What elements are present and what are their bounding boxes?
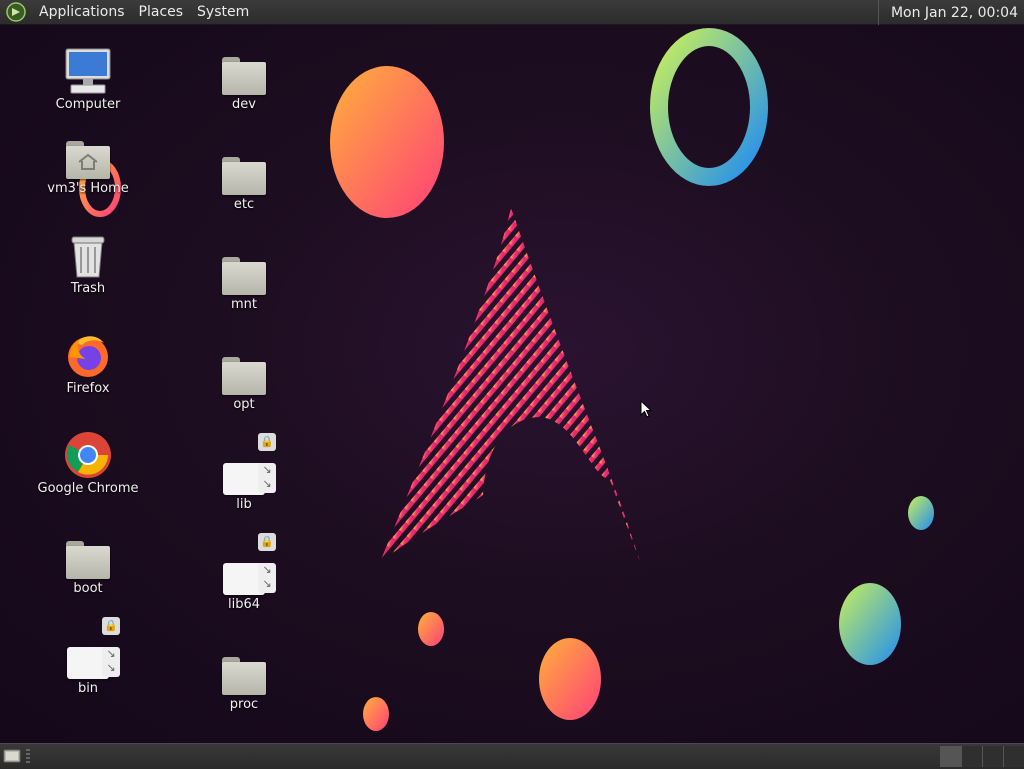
desktop-icon-proc[interactable]: proc	[189, 645, 299, 712]
link-arrow-icon: ↘ ↘	[258, 463, 276, 493]
folder-icon	[222, 357, 266, 395]
applications-menu[interactable]: Applications	[32, 4, 132, 20]
folder-icon	[222, 257, 266, 295]
desktop-icon-label: opt	[233, 397, 255, 412]
desktop-icon-label: Trash	[70, 281, 106, 296]
places-menu[interactable]: Places	[132, 4, 191, 20]
folder-icon	[66, 541, 110, 579]
workspace-2[interactable]	[961, 746, 982, 767]
clock-label: Mon Jan 22, 00:04	[890, 4, 1018, 21]
folder-icon	[222, 157, 266, 195]
desktop-icon-label: lib64	[227, 597, 261, 612]
chrome-icon	[65, 432, 111, 478]
bottom-panel	[0, 743, 1024, 769]
desktop-icon-lib64[interactable]: 🔒 ↘ ↘ lib64	[189, 533, 299, 612]
desktop-icon-mnt[interactable]: mnt	[189, 245, 299, 312]
trash-icon	[71, 236, 105, 278]
desktop-icon-label: etc	[233, 197, 255, 212]
desktop-icon-bin[interactable]: 🔒 ↘ ↘ bin	[33, 617, 143, 696]
lock-icon: 🔒	[102, 617, 120, 635]
mouse-pointer-icon	[640, 400, 652, 418]
desktop-icon-label: lib	[236, 497, 252, 512]
firefox-icon	[68, 336, 108, 377]
workspace-switcher	[940, 746, 1024, 767]
desktop-icon-dev[interactable]: dev	[189, 45, 299, 112]
link-arrow-icon: ↘ ↘	[258, 563, 276, 593]
workspace-3[interactable]	[982, 746, 1003, 767]
desktop-icon-firefox[interactable]: Firefox	[33, 329, 143, 396]
folder-icon	[222, 57, 266, 95]
workspace-1[interactable]	[940, 746, 961, 767]
desktop-icon-label: Firefox	[66, 381, 110, 396]
folder-icon	[222, 657, 266, 695]
desktop-icon-computer[interactable]: Computer	[33, 45, 143, 112]
desktop-icon-label: boot	[73, 581, 103, 596]
top-panel: Applications Places System Mon Jan 22, 0…	[0, 0, 1024, 25]
desktop-icon-label: dev	[232, 97, 256, 112]
system-menu[interactable]: System	[190, 4, 256, 20]
show-desktop-icon[interactable]	[3, 748, 21, 764]
workspace-4[interactable]	[1003, 746, 1024, 767]
desktop-icon-boot[interactable]: boot	[33, 529, 143, 596]
desktop-icon-label: mnt	[231, 297, 257, 312]
desktop-icon-label: bin	[77, 681, 99, 696]
home-folder-icon	[66, 141, 110, 179]
panel-drag-handle[interactable]	[26, 749, 30, 763]
mate-logo-icon[interactable]	[6, 2, 26, 22]
lock-icon: 🔒	[258, 533, 276, 551]
desktop-icon-chrome[interactable]: Google Chrome	[33, 429, 143, 496]
wallpaper-art	[79, 28, 934, 731]
clock-applet[interactable]: Mon Jan 22, 00:04	[877, 0, 1024, 25]
desktop-icon-label: Google Chrome	[37, 481, 139, 496]
desktop-icon-label: Computer	[55, 97, 121, 112]
desktop-icon-home[interactable]: vm3's Home	[33, 129, 143, 196]
desktop-icon-etc[interactable]: etc	[189, 145, 299, 212]
desktop[interactable]: Computer vm3's Home Trash Firefox Google…	[0, 25, 1024, 743]
desktop-icon-label: proc	[229, 697, 259, 712]
desktop-icon-opt[interactable]: opt	[189, 345, 299, 412]
desktop-icon-lib[interactable]: 🔒 ↘ ↘ lib	[189, 433, 299, 512]
computer-icon	[65, 48, 111, 94]
desktop-icon-label: vm3's Home	[47, 181, 129, 196]
lock-icon: 🔒	[258, 433, 276, 451]
desktop-icon-trash[interactable]: Trash	[33, 229, 143, 296]
link-arrow-icon: ↘ ↘	[102, 647, 120, 677]
